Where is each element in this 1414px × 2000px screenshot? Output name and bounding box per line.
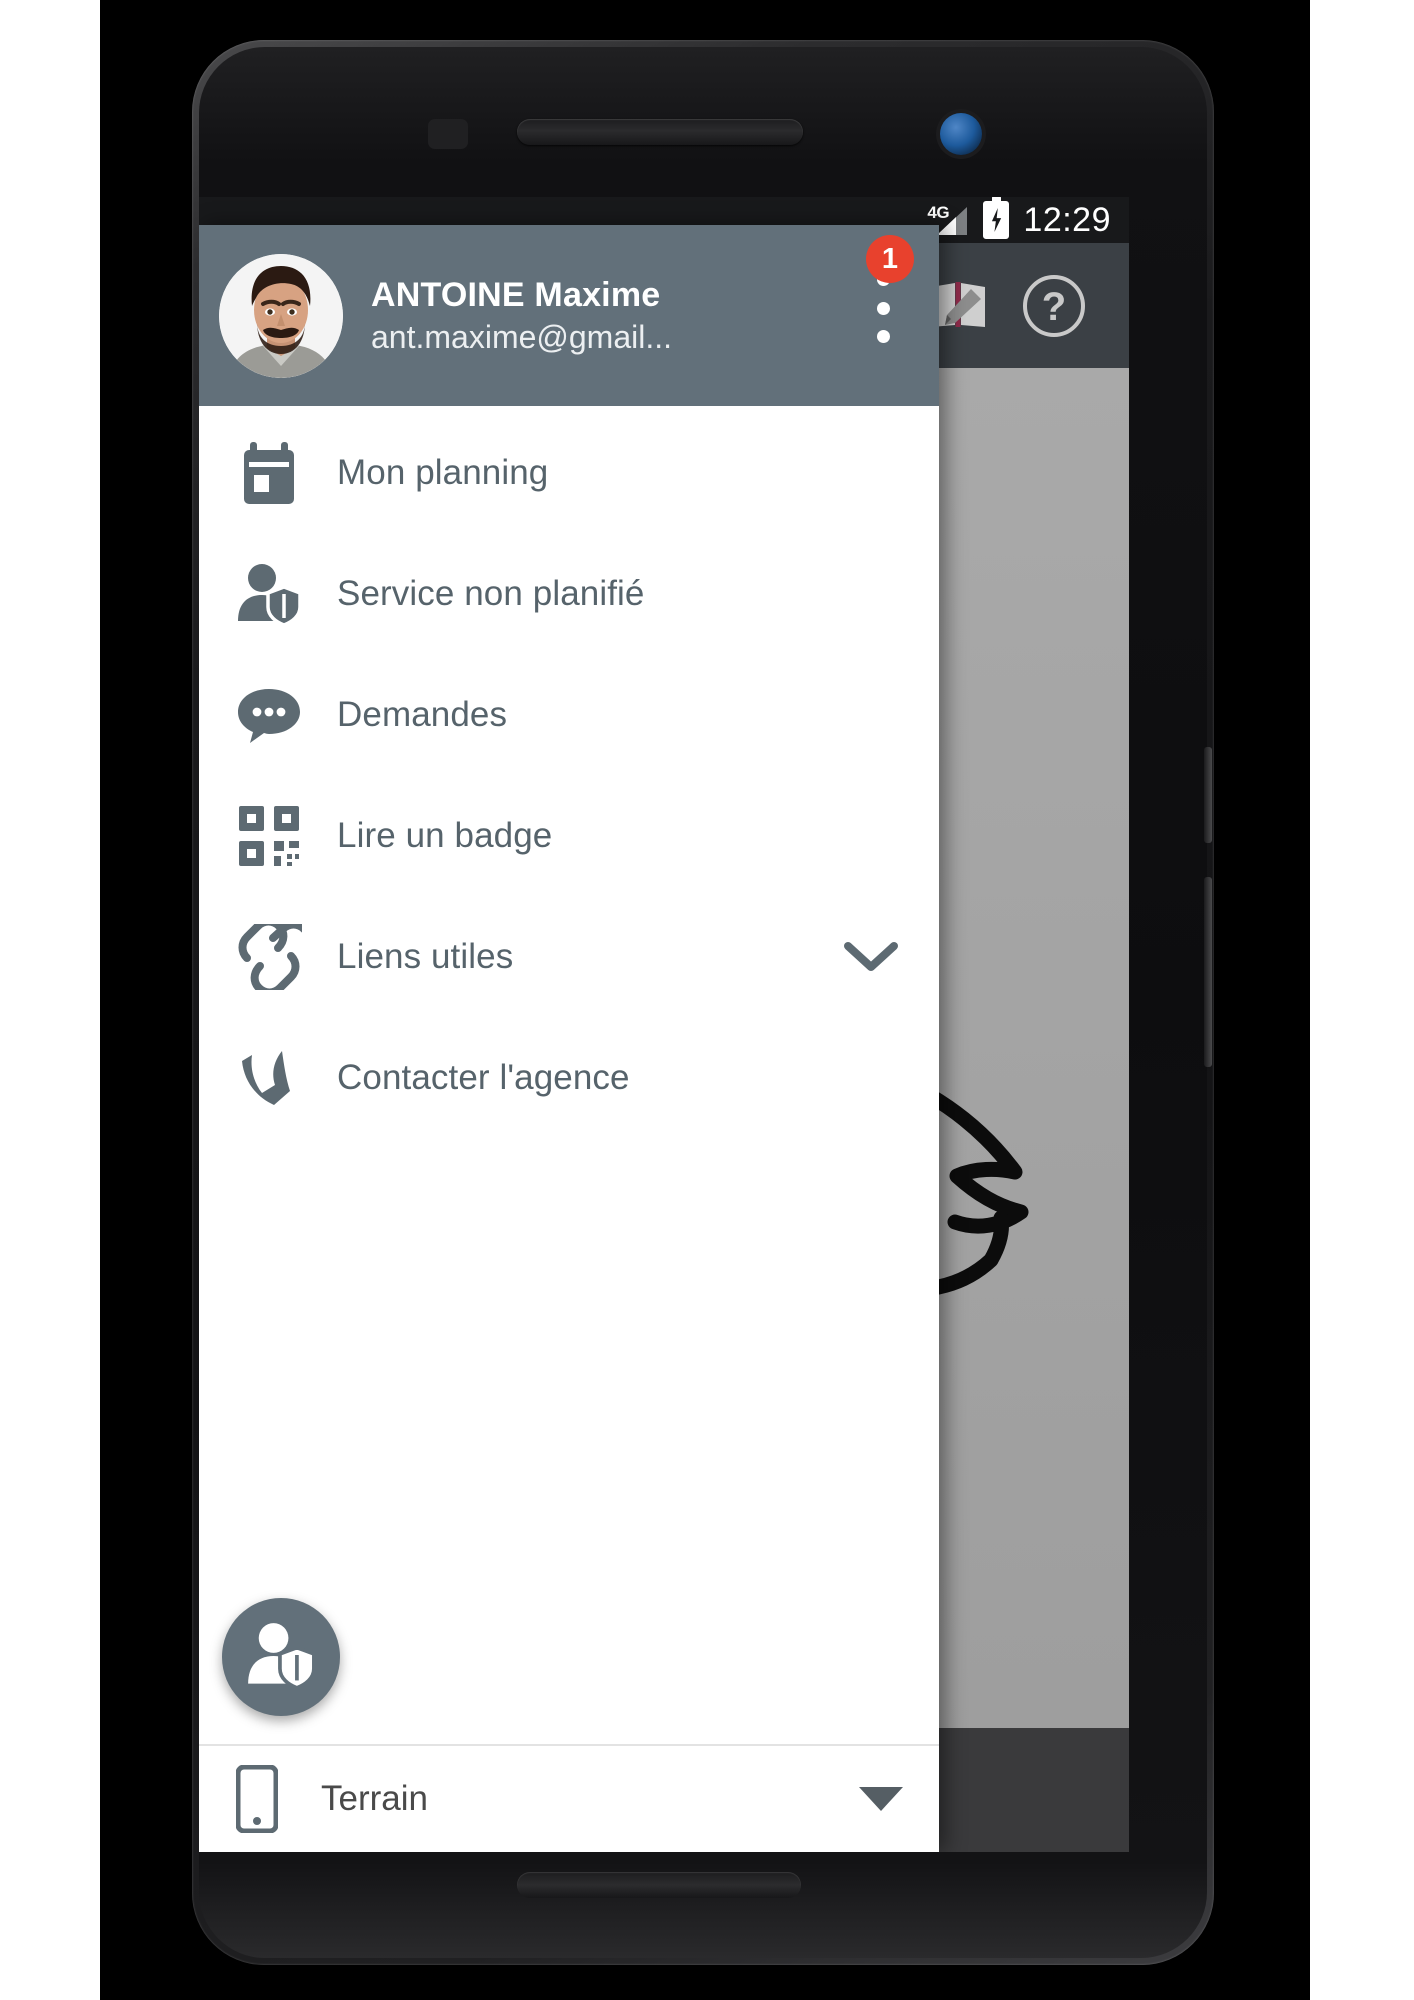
menu-item-service-non-planifie[interactable]: Service non planifié [199,533,939,654]
fab-service-non-planifie[interactable] [222,1598,340,1716]
user-shield-icon [223,558,315,630]
volume-button[interactable] [1204,747,1212,843]
chevron-down-icon[interactable] [843,929,899,985]
calendar-icon [223,437,315,509]
phone-screen: 4G 12:29 ? ANTOINE Maxime ant.maxime@gma… [199,197,1129,1852]
proximity-sensor [428,119,468,149]
menu-item-label: Lire un badge [337,815,553,855]
overflow-dot [876,330,890,343]
menu-item-label: Mon planning [337,452,549,492]
battery-charging-icon [983,197,1010,239]
earpiece-speaker [517,119,803,145]
help-icon[interactable]: ? [1023,274,1085,337]
link-chain-icon [223,921,315,993]
signal-triangle-fg [937,217,957,235]
screenshot-stage: 4G 12:29 ? ANTOINE Maxime ant.maxime@gma… [0,0,1414,2000]
menu-item-mon-planning[interactable]: Mon planning [199,412,939,533]
menu-item-lire-un-badge[interactable]: Lire un badge [199,775,939,896]
caret-down-icon[interactable] [859,1787,903,1811]
qr-code-icon [223,800,315,872]
user-email: ant.maxime@gmail... [371,318,673,355]
mobile-device-icon [229,1765,285,1833]
charging-bolt-glyph [991,208,1002,232]
chat-bubble-icon [223,679,315,751]
user-shield-icon [246,1620,316,1695]
notification-badge[interactable]: 1 [866,235,914,283]
drawer-menu: Mon planning Service non planifié Demand… [199,406,939,1744]
power-button[interactable] [1204,877,1212,1067]
menu-item-contacter-l-agence[interactable]: Contacter l'agence [199,1017,939,1138]
phone-handset-icon [223,1042,315,1114]
svg-text:?: ? [1042,285,1066,329]
navigation-drawer: ANTOINE Maxime ant.maxime@gmail... 1 Mon… [199,225,939,1852]
front-camera-lens [940,113,982,155]
status-bar-clock: 12:29 [1023,201,1111,239]
menu-item-label: Service non planifié [337,573,645,613]
left-white-margin [0,0,100,2000]
menu-item-label: Demandes [337,694,508,734]
phone-device: 4G 12:29 ? ANTOINE Maxime ant.maxime@gma… [192,40,1214,1965]
menu-item-label: Contacter l'agence [337,1057,630,1097]
user-name: ANTOINE Maxime [371,275,661,314]
menu-item-demandes[interactable]: Demandes [199,654,939,775]
menu-item-label: Liens utiles [337,936,514,976]
menu-item-liens-utiles[interactable]: Liens utiles [199,896,939,1017]
avatar[interactable] [219,253,343,378]
overflow-dot [876,301,890,315]
drawer-header[interactable]: ANTOINE Maxime ant.maxime@gmail... 1 [199,225,939,406]
bottom-speaker [517,1872,801,1898]
right-white-margin [1310,0,1414,2000]
drawer-footer-selector[interactable]: Terrain [199,1744,939,1852]
selected-profile-label: Terrain [321,1779,428,1818]
phone-bezel: 4G 12:29 ? ANTOINE Maxime ant.maxime@gma… [199,47,1212,1958]
user-info: ANTOINE Maxime ant.maxime@gmail... [371,275,672,356]
